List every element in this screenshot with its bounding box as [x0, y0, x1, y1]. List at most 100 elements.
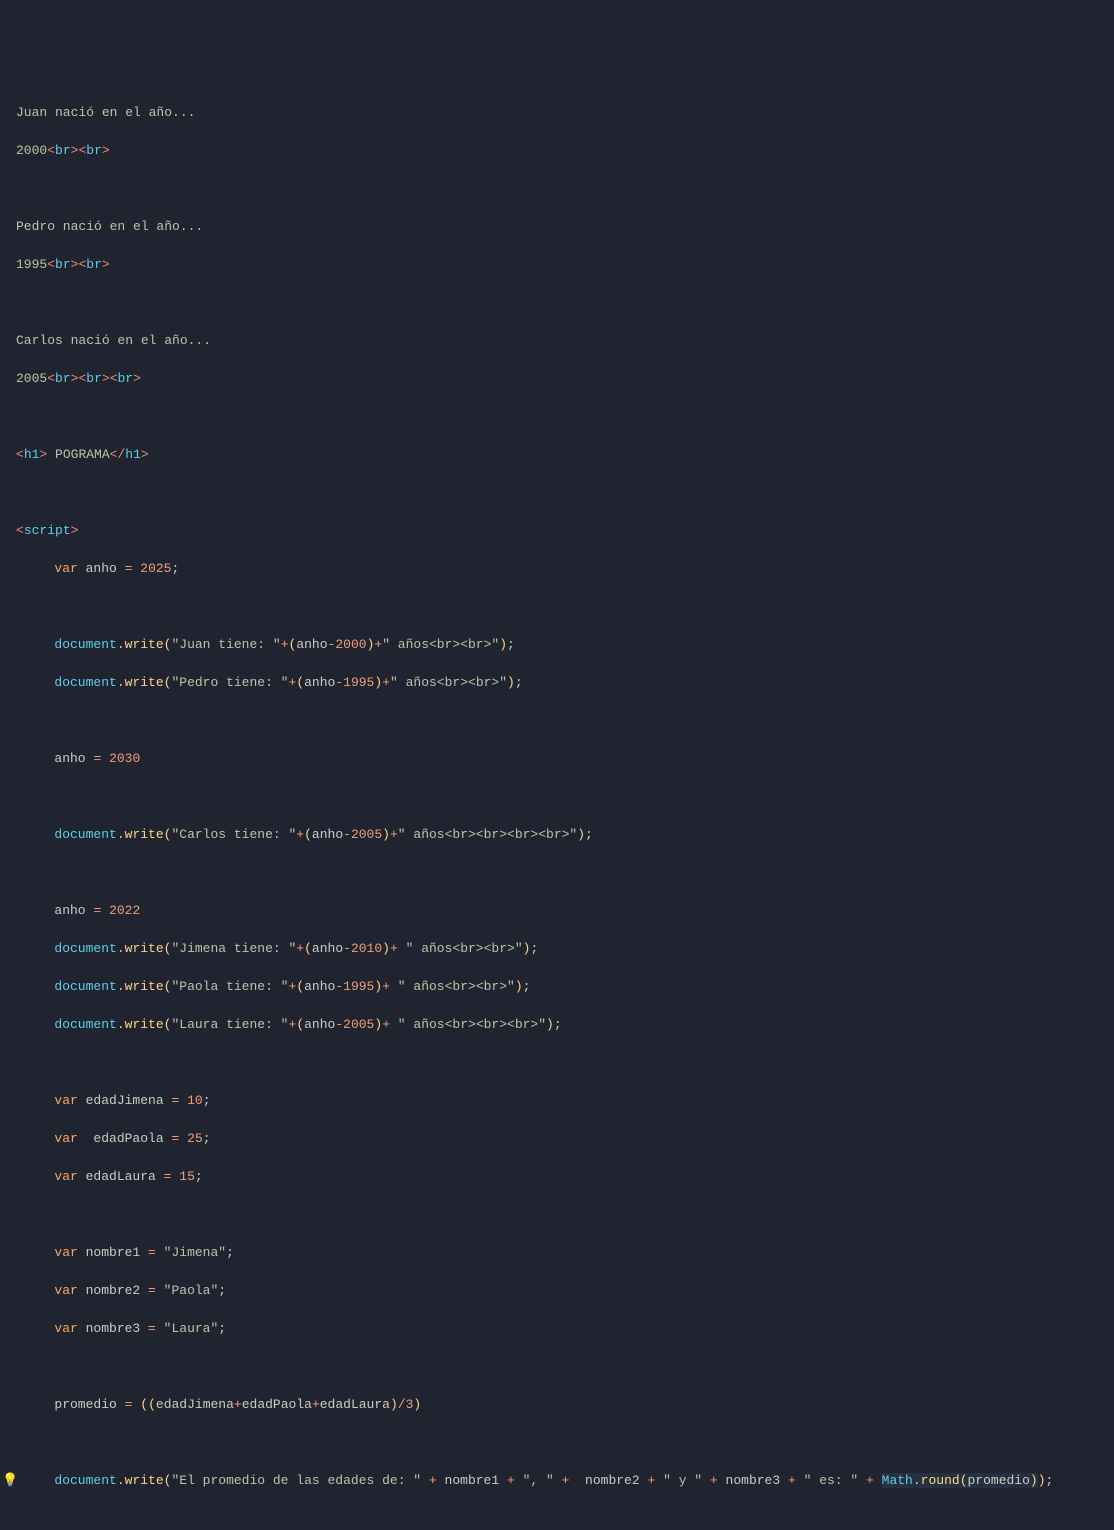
method: write: [125, 675, 164, 690]
operator: +: [289, 1017, 297, 1032]
string-literal: "Carlos tiene: ": [171, 827, 296, 842]
code-line: var anho = 2025;: [16, 559, 1098, 578]
paren: ): [374, 979, 382, 994]
operator: =: [148, 1283, 156, 1298]
method: write: [125, 941, 164, 956]
method: write: [125, 979, 164, 994]
method: round: [921, 1473, 960, 1488]
semicolon: ;: [203, 1093, 211, 1108]
text-literal: 2005: [16, 371, 47, 386]
identifier: promedio: [968, 1473, 1030, 1488]
number-literal: 1995: [343, 979, 374, 994]
dot: .: [913, 1473, 921, 1488]
number-literal: 10: [187, 1093, 203, 1108]
operator: -: [343, 941, 351, 956]
semicolon: ;: [218, 1321, 226, 1336]
script-open: >: [71, 523, 79, 538]
tag-name: br: [86, 371, 102, 386]
code-line: anho = 2022: [16, 901, 1098, 920]
string-literal: " es: ": [804, 1473, 859, 1488]
number-literal: 2005: [351, 827, 382, 842]
operator: +: [647, 1473, 655, 1488]
identifier: document: [54, 637, 116, 652]
code-line: [16, 1357, 1098, 1376]
code-line: [16, 1205, 1098, 1224]
tag-name: br: [86, 143, 102, 158]
text-literal: 2000: [16, 143, 47, 158]
h1-text: POGRAMA: [47, 447, 109, 462]
paren: ): [507, 675, 515, 690]
identifier: anho: [86, 561, 117, 576]
h1-close: </: [110, 447, 126, 462]
paren: (: [304, 941, 312, 956]
semicolon: ;: [203, 1131, 211, 1146]
tag-name: br: [55, 257, 71, 272]
identifier: anho: [54, 751, 85, 766]
paren: (: [164, 1017, 172, 1032]
lightbulb-icon[interactable]: 💡: [2, 1471, 18, 1490]
operator: =: [164, 1169, 172, 1184]
identifier: document: [54, 827, 116, 842]
string-literal: "Laura tiene: ": [171, 1017, 288, 1032]
code-line: anho = 2030: [16, 749, 1098, 768]
code-line: document.write("Laura tiene: "+(anho-200…: [16, 1015, 1098, 1034]
paren: ): [1038, 1473, 1046, 1488]
operator: +: [234, 1397, 242, 1412]
tag-name: h1: [24, 447, 40, 462]
number-literal: 3: [406, 1397, 414, 1412]
semicolon: ;: [515, 675, 523, 690]
code-line: var edadPaola = 25;: [16, 1129, 1098, 1148]
number-literal: 2030: [109, 751, 140, 766]
operator: =: [93, 751, 101, 766]
identifier: edadLaura: [320, 1397, 390, 1412]
h1-open: <: [16, 447, 24, 462]
identifier: edadJimena: [86, 1093, 164, 1108]
method: write: [125, 1017, 164, 1032]
number-literal: 25: [187, 1131, 203, 1146]
operator: =: [148, 1245, 156, 1260]
keyword-var: var: [54, 1321, 77, 1336]
h1-close: >: [141, 447, 149, 462]
operator: -: [335, 675, 343, 690]
string-literal: " años<br><br>": [390, 979, 515, 994]
br-tag: >: [102, 143, 110, 158]
operator: +: [296, 941, 304, 956]
identifier: promedio: [54, 1397, 116, 1412]
operator: +: [382, 1017, 390, 1032]
code-line: var nombre3 = "Laura";: [16, 1319, 1098, 1338]
paren: (: [164, 1473, 172, 1488]
text-literal: Carlos nació en el año...: [16, 333, 211, 348]
code-line: <h1> POGRAMA</h1>: [16, 445, 1098, 464]
code-line: [16, 597, 1098, 616]
paren: (: [296, 675, 304, 690]
code-line: 💡 document.write("El promedio de las eda…: [16, 1471, 1098, 1490]
identifier: anho: [296, 637, 327, 652]
code-line: document.write("Paola tiene: "+(anho-199…: [16, 977, 1098, 996]
code-editor[interactable]: Juan nació en el año... 2000<br><br> Ped…: [16, 84, 1098, 1530]
code-line: [16, 711, 1098, 730]
semicolon: ;: [523, 979, 531, 994]
identifier: edadLaura: [86, 1169, 156, 1184]
operator: =: [171, 1131, 179, 1146]
code-line: [16, 483, 1098, 502]
operator: -: [343, 827, 351, 842]
paren: ): [1030, 1473, 1038, 1488]
code-line: Pedro nació en el año...: [16, 217, 1098, 236]
operator: =: [148, 1321, 156, 1336]
string-literal: " años<br><br><br>": [390, 1017, 546, 1032]
dot: .: [117, 979, 125, 994]
identifier: edadPaola: [93, 1131, 163, 1146]
code-line: var nombre2 = "Paola";: [16, 1281, 1098, 1300]
operator: +: [296, 827, 304, 842]
br-tag: <: [110, 371, 118, 386]
paren: ): [515, 979, 523, 994]
br-tag: <: [47, 371, 55, 386]
identifier: edadJimena: [156, 1397, 234, 1412]
identifier: anho: [312, 941, 343, 956]
text-literal: Juan nació en el año...: [16, 105, 195, 120]
string-literal: " años<br><br><br><br>": [398, 827, 577, 842]
identifier: anho: [304, 675, 335, 690]
identifier: document: [54, 1473, 116, 1488]
dot: .: [117, 637, 125, 652]
dot: .: [117, 675, 125, 690]
